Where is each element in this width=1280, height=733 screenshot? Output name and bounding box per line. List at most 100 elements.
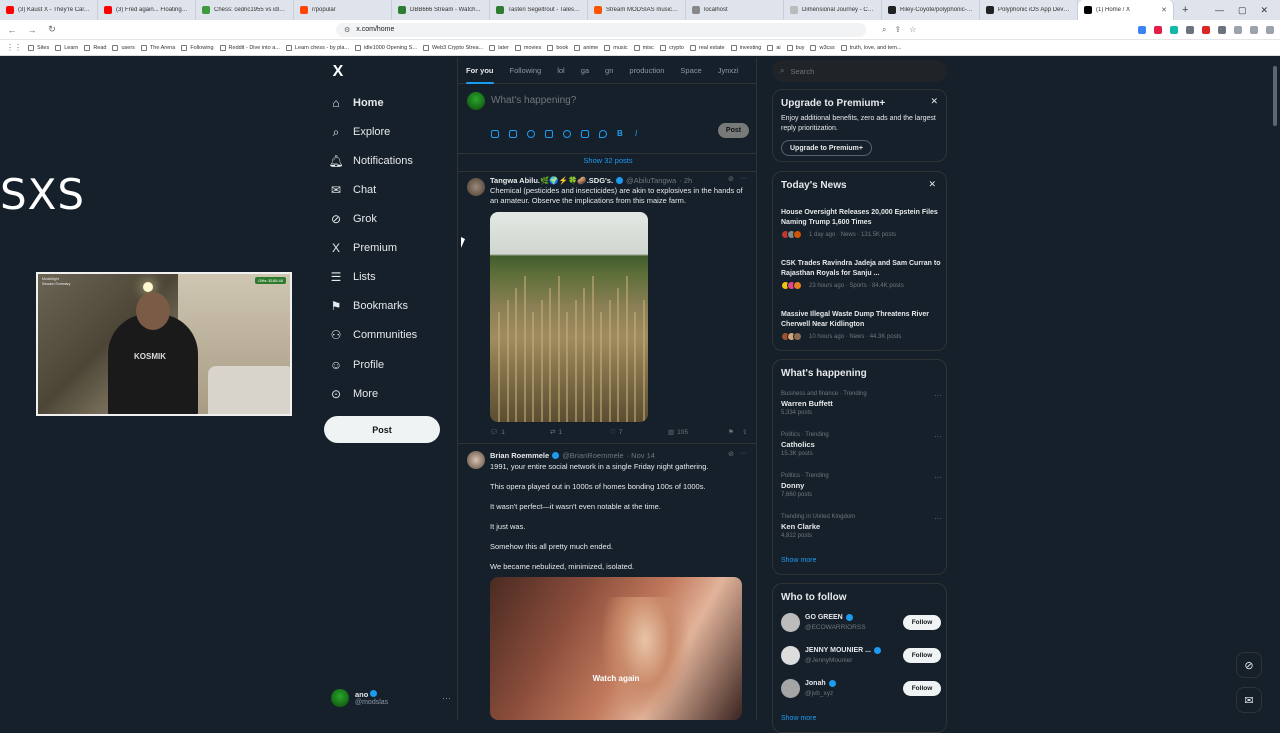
trend-item[interactable]: Business and finance · Trending Warren Bu…	[781, 391, 942, 416]
trend-item[interactable]: Politics · Trending Donny 7,660 posts ···	[781, 473, 942, 498]
follow-suggestion[interactable]: GO GREEN @ECOWARRIORSS Follow	[781, 612, 941, 634]
browser-tab[interactable]: Dimensional Journey - Con...	[784, 0, 882, 20]
forward-icon[interactable]: →	[26, 25, 38, 35]
extension-icon[interactable]	[1186, 25, 1194, 34]
close-tab-icon[interactable]: ✕	[1161, 6, 1167, 14]
browser-tab[interactable]: (3) Kaust X - They're Called...	[0, 0, 98, 20]
tweet-image[interactable]	[490, 212, 648, 422]
bold-icon[interactable]: B	[617, 130, 625, 138]
grok-icon[interactable]: ⊘	[728, 175, 734, 183]
bookmark-item[interactable]: investing	[730, 44, 761, 51]
bookmark-icon[interactable]: ⚑	[728, 428, 742, 436]
sidebar-item-communities[interactable]: ⚇ Communities	[329, 325, 418, 345]
tweet-author[interactable]: Tangwa Abilu.🌿🌍⚡🍀🥔.SDG's.	[490, 176, 613, 185]
more-icon[interactable]: ···	[740, 450, 747, 458]
share-icon[interactable]: ⇪	[742, 428, 747, 436]
bookmark-item[interactable]: Learn chess - by pla...	[285, 44, 349, 51]
tab-following[interactable]: Following	[502, 58, 550, 84]
zoom-icon[interactable]: ⌕	[882, 25, 886, 35]
bookmark-item[interactable]: idle1000 Opening S...	[355, 44, 417, 51]
show-new-posts[interactable]: Show 32 posts	[458, 150, 756, 172]
reply-action[interactable]: 💬︎ 1	[490, 428, 550, 437]
more-icon[interactable]: ···	[934, 514, 942, 523]
tweet[interactable]: Tangwa Abilu.🌿🌍⚡🍀🥔.SDG's. @AbiluTangwa ·…	[458, 172, 756, 444]
news-item[interactable]: Massive Illegal Waste Dump Threatens Riv…	[781, 310, 941, 341]
extension-icon[interactable]	[1170, 25, 1178, 34]
browser-tab[interactable]: Tasteri Segeltrout - Tales of ...	[490, 0, 588, 20]
bookmark-item[interactable]: anime	[574, 44, 598, 51]
follow-suggestion[interactable]: JENNY MOUNIER ... @JennyMounier Follow	[781, 645, 941, 667]
sidebar-item-grok[interactable]: ⊘ Grok	[329, 209, 377, 229]
italic-icon[interactable]: I	[635, 130, 643, 138]
new-tab-button[interactable]: +	[1174, 4, 1196, 16]
account-switcher[interactable]: ano @modslas ···	[331, 685, 451, 711]
compose-post-button[interactable]: Post	[718, 123, 749, 138]
like-action[interactable]: ♡ 7	[610, 428, 668, 437]
extension-icon[interactable]	[1154, 25, 1162, 34]
bookmark-item[interactable]: Following	[181, 44, 214, 51]
scrollbar-thumb[interactable]	[1273, 66, 1277, 126]
messages-button[interactable]: ✉	[1236, 687, 1262, 713]
tweet-time[interactable]: · 2h	[679, 176, 692, 185]
follow-button[interactable]: Follow	[903, 615, 941, 630]
bookmark-item[interactable]: ai	[767, 44, 781, 51]
extension-icon[interactable]	[1234, 25, 1242, 34]
show-more-link[interactable]: Show more	[781, 557, 816, 564]
poll-icon[interactable]	[545, 130, 553, 138]
sidebar-item-premium[interactable]: X Premium	[329, 238, 397, 258]
bookmark-item[interactable]: movies	[514, 44, 541, 51]
tab-space[interactable]: Space	[672, 58, 709, 84]
grok-icon[interactable]	[527, 130, 535, 138]
browser-tab[interactable]: Riley-Coyote/polyphonic-u...	[882, 0, 980, 20]
menu-icon[interactable]	[1266, 25, 1274, 34]
browser-tab[interactable]: Chess: cedric1955 vs idle10...	[196, 0, 294, 20]
tab-production[interactable]: production	[621, 58, 672, 84]
share-icon[interactable]: ⇪	[894, 25, 901, 35]
news-item[interactable]: House Oversight Releases 20,000 Epstein …	[781, 208, 941, 239]
watch-again-button[interactable]: Watch again	[490, 674, 742, 683]
tab-lol[interactable]: lol	[549, 58, 573, 84]
extension-icon[interactable]	[1202, 25, 1210, 34]
location-icon[interactable]	[599, 130, 607, 138]
search-input[interactable]: ⌕ Search	[772, 60, 947, 82]
sidebar-item-more[interactable]: ⊙ More	[329, 384, 378, 404]
follow-button[interactable]: Follow	[903, 681, 941, 696]
url-input[interactable]: ⚙ x.com/home	[336, 22, 866, 37]
bookmark-item[interactable]: w3css	[810, 44, 835, 51]
grok-icon[interactable]: ⊘	[728, 450, 734, 458]
post-button[interactable]: Post	[324, 416, 440, 443]
close-icon[interactable]: ✕	[930, 96, 938, 107]
maximize-icon[interactable]: ▢	[1238, 5, 1247, 16]
tweet-handle[interactable]: @AbiluTangwa	[626, 176, 676, 185]
avatar[interactable]	[467, 178, 485, 196]
bookmark-item[interactable]: Read	[84, 44, 106, 51]
bookmark-item[interactable]: misc	[633, 44, 654, 51]
compose-input[interactable]: What's happening?	[491, 95, 576, 106]
back-icon[interactable]: ←	[6, 25, 18, 35]
tab-ga[interactable]: ga	[573, 58, 597, 84]
bookmark-item[interactable]: users	[112, 44, 135, 51]
bookmark-item[interactable]: Web3 Crypto Strea...	[422, 44, 483, 51]
tab-jynxzi[interactable]: Jynxzi	[710, 58, 747, 84]
tweet-video[interactable]: Watch again	[490, 577, 742, 720]
bookmark-item[interactable]: Sites	[28, 44, 49, 51]
bookmark-item[interactable]: The Arena	[140, 44, 175, 51]
bookmark-item[interactable]: Reddit - Dive into a...	[219, 44, 280, 51]
sidebar-item-lists[interactable]: ☰ Lists	[329, 267, 376, 287]
tweet-author[interactable]: Brian Roemmele	[490, 451, 549, 460]
tweet-handle[interactable]: @BrianRoemmele	[562, 451, 623, 460]
bookmark-item[interactable]: real estate	[689, 44, 725, 51]
grok-button[interactable]: ⊘	[1236, 652, 1262, 678]
browser-tab[interactable]: r/popular	[294, 0, 392, 20]
tab-gn[interactable]: gn	[597, 58, 621, 84]
avatar[interactable]	[467, 451, 485, 469]
trend-item[interactable]: Trending in United Kingdom Ken Clarke 4,82…	[781, 514, 942, 539]
bookmark-item[interactable]: crypto	[659, 44, 684, 51]
trend-item[interactable]: Politics · Trending Catholics 15.3K posts ·…	[781, 432, 942, 457]
extension-icon[interactable]	[1138, 25, 1146, 34]
extension-icon[interactable]	[1250, 25, 1258, 34]
minimize-icon[interactable]: —	[1215, 5, 1224, 16]
close-icon[interactable]: ✕	[928, 179, 936, 190]
repost-action[interactable]: ⇄ 1	[550, 428, 610, 437]
extension-icon[interactable]	[1218, 25, 1226, 34]
